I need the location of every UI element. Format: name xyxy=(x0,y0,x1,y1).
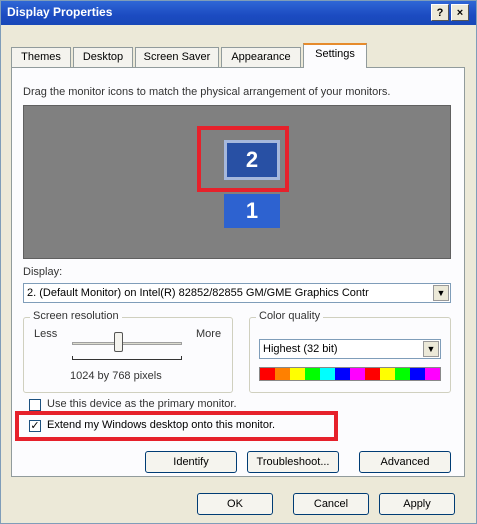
color-swatch xyxy=(410,368,425,380)
close-button[interactable]: × xyxy=(451,4,469,21)
tab-desktop[interactable]: Desktop xyxy=(73,47,133,67)
tab-appearance[interactable]: Appearance xyxy=(221,47,301,67)
title-bar: Display Properties ? × xyxy=(1,1,476,25)
resolution-slider-thumb[interactable] xyxy=(114,332,123,352)
screen-resolution-title: Screen resolution xyxy=(30,310,122,322)
color-swatch xyxy=(380,368,395,380)
chevron-down-icon[interactable]: ▼ xyxy=(433,285,449,301)
tab-settings[interactable]: Settings xyxy=(303,43,367,68)
ok-button[interactable]: OK xyxy=(197,493,273,515)
troubleshoot-button[interactable]: Troubleshoot... xyxy=(247,451,339,473)
color-swatch xyxy=(275,368,290,380)
display-properties-window: Display Properties ? × Themes Desktop Sc… xyxy=(0,0,477,524)
color-swatch xyxy=(335,368,350,380)
highlight-extend-desktop xyxy=(15,411,338,441)
tab-screen-saver[interactable]: Screen Saver xyxy=(135,47,219,67)
color-quality-select[interactable]: Highest (32 bit) ▼ xyxy=(259,339,441,359)
tab-themes[interactable]: Themes xyxy=(11,47,71,67)
less-label: Less xyxy=(34,328,58,340)
color-swatch xyxy=(305,368,320,380)
color-swatch xyxy=(350,368,365,380)
resolution-value: 1024 by 768 pixels xyxy=(70,370,162,382)
window-title: Display Properties xyxy=(7,5,113,19)
apply-button[interactable]: Apply xyxy=(379,493,455,515)
monitor-1-icon[interactable]: 1 xyxy=(224,194,280,228)
screen-resolution-group: Screen resolution Less More 1024 by 768 … xyxy=(23,310,233,393)
highlight-monitor-2 xyxy=(197,126,289,192)
primary-monitor-label[interactable]: Use this device as the primary monitor. xyxy=(47,398,237,410)
chevron-down-icon[interactable]: ▼ xyxy=(423,341,439,357)
advanced-button[interactable]: Advanced xyxy=(359,451,451,473)
color-swatch xyxy=(425,368,440,380)
display-label: Display: xyxy=(23,266,63,278)
primary-monitor-checkbox[interactable] xyxy=(29,399,41,411)
color-swatch xyxy=(395,368,410,380)
help-button[interactable]: ? xyxy=(431,4,449,21)
color-palette-preview xyxy=(259,367,441,381)
display-select-value: 2. (Default Monitor) on Intel(R) 82852/8… xyxy=(27,287,369,299)
color-swatch xyxy=(365,368,380,380)
color-quality-value: Highest (32 bit) xyxy=(263,343,338,355)
color-quality-title: Color quality xyxy=(256,310,324,322)
more-label: More xyxy=(196,328,222,340)
color-swatch xyxy=(320,368,335,380)
color-swatch xyxy=(260,368,275,380)
slider-ticks xyxy=(72,356,182,360)
cancel-button[interactable]: Cancel xyxy=(293,493,369,515)
identify-button[interactable]: Identify xyxy=(145,451,237,473)
resolution-slider-track[interactable] xyxy=(72,342,182,345)
color-swatch xyxy=(290,368,305,380)
display-select[interactable]: 2. (Default Monitor) on Intel(R) 82852/8… xyxy=(23,283,451,303)
instruction-text: Drag the monitor icons to match the phys… xyxy=(23,86,391,98)
